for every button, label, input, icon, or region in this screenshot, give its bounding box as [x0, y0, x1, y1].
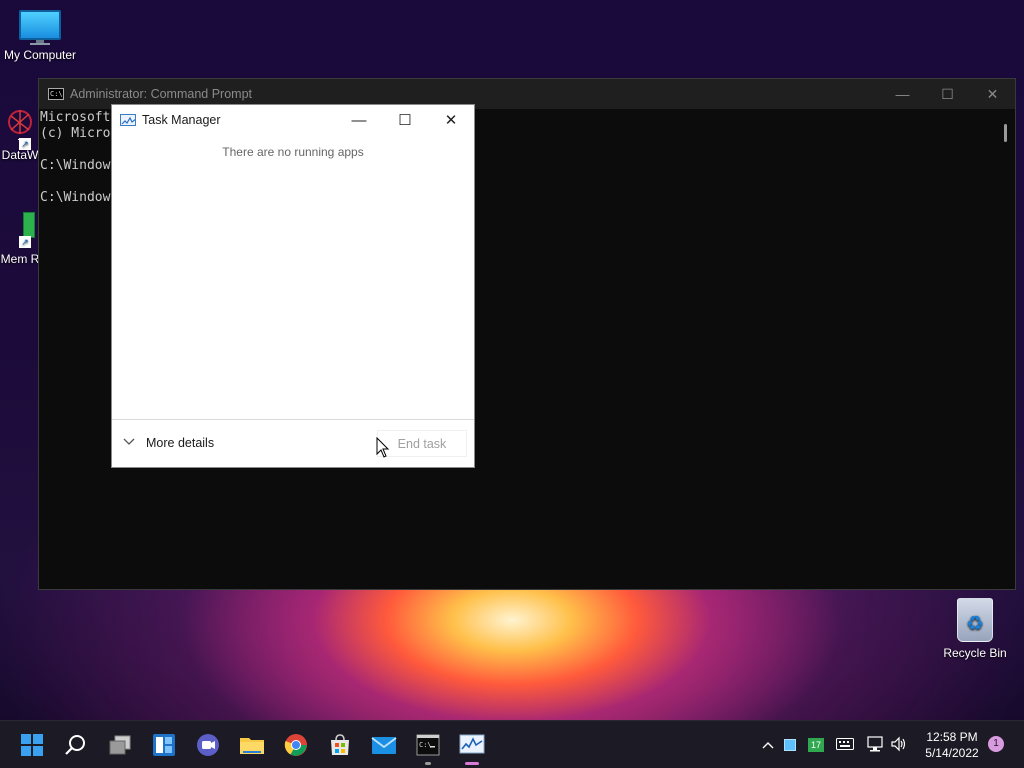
empty-state-message: There are no running apps	[222, 145, 364, 159]
widgets-button[interactable]	[148, 729, 180, 761]
start-button[interactable]	[16, 729, 48, 761]
maximize-button[interactable]: ☐	[382, 111, 428, 129]
widgets-icon	[153, 734, 175, 756]
clock-date: 5/14/2022	[925, 746, 979, 760]
command-prompt-icon: C:\	[416, 734, 440, 756]
running-indicator	[425, 762, 431, 765]
calendar-tray-icon[interactable]: 17	[808, 738, 824, 752]
desktop-icon-mem[interactable]: ↗ Mem R	[0, 210, 40, 266]
dataw-icon: ↗	[5, 108, 35, 150]
cmd-app-icon: C:\	[48, 88, 64, 100]
notification-badge[interactable]: 1	[988, 736, 1004, 752]
desktop-icon-my-computer[interactable]: My Computer	[2, 10, 78, 62]
volume-icon[interactable]	[890, 736, 908, 755]
cmd-title: Administrator: Command Prompt	[70, 87, 253, 101]
store-icon	[331, 734, 349, 755]
minimize-button[interactable]: —	[880, 86, 925, 102]
minimize-button[interactable]: —	[336, 112, 382, 129]
desktop-icon-label: DataW	[1, 148, 39, 162]
network-icon[interactable]	[866, 735, 884, 755]
active-indicator	[465, 762, 479, 765]
task-manager-icon	[459, 734, 485, 754]
more-details-button[interactable]: More details	[123, 436, 214, 450]
computer-icon	[19, 10, 61, 45]
teams-chat-button[interactable]	[192, 729, 224, 761]
command-prompt-taskbar-button[interactable]: C:\	[412, 729, 444, 765]
start-icon	[21, 734, 43, 756]
maximize-button[interactable]: ☐	[925, 86, 970, 103]
end-task-button[interactable]: End task	[377, 430, 467, 457]
svg-text:C:\: C:\	[419, 741, 432, 749]
mail-button[interactable]	[368, 729, 400, 761]
tm-titlebar[interactable]: Task Manager — ☐ ✕	[112, 105, 474, 135]
desktop-icon-label: Mem R	[0, 252, 40, 266]
scrollbar-thumb[interactable]	[1004, 124, 1007, 142]
system-tray: 17	[758, 721, 908, 768]
close-button[interactable]: ✕	[428, 111, 474, 129]
taskbar: C:\ 17 12:58 PM 5/14/2022	[0, 720, 1024, 768]
mail-icon	[371, 737, 397, 754]
app-tray-icon[interactable]	[784, 739, 796, 751]
search-button[interactable]	[60, 729, 92, 761]
file-explorer-icon	[240, 738, 264, 754]
task-view-button[interactable]	[104, 729, 136, 761]
tm-footer: More details End task	[112, 419, 474, 468]
file-explorer-button[interactable]	[236, 729, 268, 761]
task-manager-taskbar-button[interactable]	[456, 729, 488, 765]
task-manager-app-icon	[120, 114, 136, 126]
close-button[interactable]: ✕	[970, 86, 1015, 103]
search-icon	[65, 735, 85, 755]
store-button[interactable]	[324, 729, 356, 761]
task-view-icon	[109, 735, 131, 755]
desktop-icon-recycle-bin[interactable]: ♻ Recycle Bin	[940, 598, 1010, 660]
recycle-bin-icon: ♻	[957, 598, 993, 642]
chevron-down-icon	[123, 437, 135, 449]
desktop-icon-label: My Computer	[3, 48, 77, 62]
clock-time: 12:58 PM	[926, 730, 978, 744]
tm-title: Task Manager	[142, 113, 221, 127]
clock[interactable]: 12:58 PM 5/14/2022	[918, 729, 986, 761]
keyboard-icon[interactable]	[836, 737, 854, 753]
task-manager-window[interactable]: Task Manager — ☐ ✕ There are no running …	[111, 104, 475, 468]
desktop-icon-label: Recycle Bin	[943, 646, 1007, 660]
memory-icon: ↗	[5, 210, 35, 248]
mouse-cursor-icon	[376, 436, 390, 463]
teams-chat-icon	[197, 734, 219, 756]
more-details-label: More details	[146, 436, 215, 450]
desktop-icon-dataw[interactable]: ↗ DataW	[0, 108, 40, 162]
tray-badge: 17	[810, 740, 821, 750]
chrome-button[interactable]	[280, 729, 312, 761]
chrome-icon	[284, 734, 307, 756]
chevron-up-icon[interactable]	[758, 738, 778, 752]
